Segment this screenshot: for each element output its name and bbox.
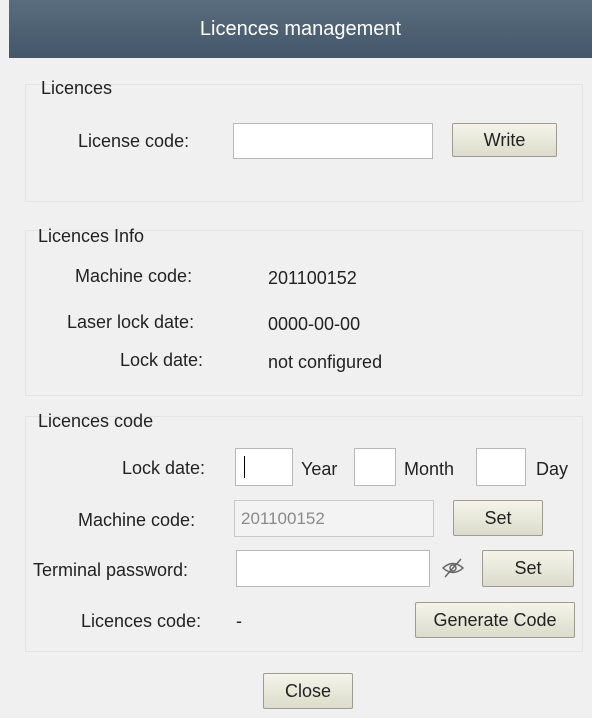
code-lock-date-label: Lock date:: [122, 458, 206, 478]
generate-code-button[interactable]: Generate Code: [415, 602, 575, 638]
eye-hidden-icon[interactable]: [441, 557, 465, 584]
licences-group-title: Licences: [41, 78, 113, 98]
licences-info-group-title: Licences Info: [38, 226, 145, 246]
window-title: Licences management: [199, 17, 402, 40]
license-code-label: License code:: [78, 131, 190, 151]
dialog-body: Licences License code: Write Licences In…: [9, 58, 592, 718]
code-machine-code-label: Machine code:: [78, 510, 196, 530]
close-button[interactable]: Close: [263, 673, 353, 709]
laser-lock-date-label: Laser lock date:: [67, 312, 195, 332]
day-label: Day: [536, 459, 569, 479]
month-label: Month: [404, 459, 455, 479]
laser-lock-date-value: 0000-00-00: [268, 314, 361, 334]
terminal-password-label: Terminal password:: [33, 560, 189, 580]
title-bar: Licences management: [9, 0, 592, 58]
terminal-password-set-button[interactable]: Set: [482, 550, 574, 587]
day-input[interactable]: [476, 448, 526, 486]
text-cursor: [244, 456, 245, 478]
write-button[interactable]: Write: [452, 123, 557, 157]
info-machine-code-value: 201100152: [268, 268, 357, 288]
machine-code-set-button[interactable]: Set: [453, 500, 543, 536]
terminal-password-input[interactable]: [236, 550, 430, 587]
year-label: Year: [301, 459, 338, 479]
license-code-input[interactable]: [233, 123, 433, 159]
licences-code-label: Licences code:: [81, 611, 202, 631]
machine-code-input[interactable]: [234, 500, 434, 537]
info-machine-code-label: Machine code:: [75, 266, 193, 286]
licences-code-value: -: [236, 611, 242, 631]
info-lock-date-label: Lock date:: [120, 350, 204, 370]
info-lock-date-value: not configured: [268, 352, 383, 372]
licences-code-group-title: Licences code: [38, 411, 154, 431]
month-input[interactable]: [354, 448, 396, 486]
